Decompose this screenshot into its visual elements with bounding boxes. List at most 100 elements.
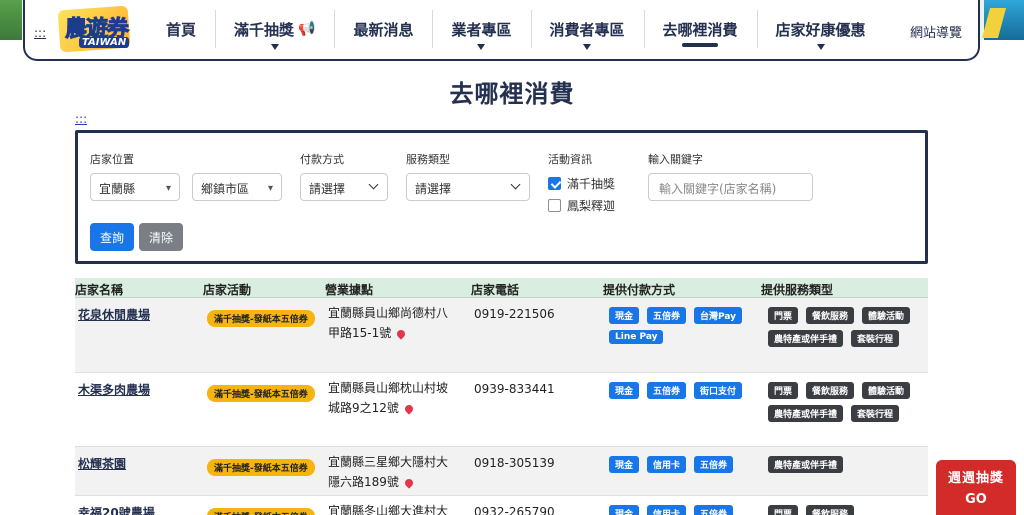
payment-select[interactable]: 請選擇 xyxy=(300,173,388,201)
payment-tag: 五倍券 xyxy=(694,505,734,515)
shop-name-link[interactable]: 木渠多肉農場 xyxy=(78,381,150,398)
shop-name-link[interactable]: 幸福20號農場 xyxy=(78,504,155,515)
table-header: 店家名稱 店家活動 營業據點 店家電話 提供付款方式 提供服務類型 xyxy=(75,278,928,298)
service-tag: 餐飲服務 xyxy=(806,505,855,515)
caret-down-icon xyxy=(583,44,591,50)
event-badge: 滿千抽獎-發紙本五倍券 xyxy=(207,310,315,327)
shop-name-link[interactable]: 花泉休閒農場 xyxy=(78,306,150,323)
service-tag: 農特產或伴手禮 xyxy=(768,456,844,473)
table-row: 花泉休閒農場 滿千抽獎-發紙本五倍券 宜蘭縣員山鄉尚德村八 甲路15-1號 0919-2… xyxy=(75,298,928,373)
map-pin-icon[interactable] xyxy=(403,402,415,415)
service-tag: 套裝行程 xyxy=(851,330,900,347)
skip-to-content-link[interactable]: ::: xyxy=(75,112,87,126)
shop-table: 店家名稱 店家活動 營業據點 店家電話 提供付款方式 提供服務類型 花泉休閒農場… xyxy=(75,278,928,515)
service-tags: 門票 餐飲服務 體驗活動 農特產或伴手禮 套裝行程 xyxy=(768,307,918,347)
address-text: 隱六路189號 xyxy=(328,475,399,489)
sitemap-link[interactable]: 網站導覽 xyxy=(910,22,962,41)
event-badge: 滿千抽獎-發紙本五倍券 xyxy=(207,459,315,476)
payment-tags: 現金 信用卡 五倍券 xyxy=(609,505,759,515)
town-value: 鄉鎮市區 xyxy=(201,182,250,196)
payment-tag: 現金 xyxy=(609,456,640,473)
keyword-input[interactable]: 輸入關鍵字(店家名稱) xyxy=(648,173,813,201)
phone-cell: 0918-305139 xyxy=(474,456,555,470)
service-tag: 門票 xyxy=(768,382,799,399)
address-text: 甲路15-1號 xyxy=(328,326,392,340)
payment-tag: 街口支付 xyxy=(694,382,743,399)
map-pin-icon[interactable] xyxy=(395,327,407,340)
payment-tag: 信用卡 xyxy=(647,456,687,473)
table-row: 松輝茶園 滿千抽獎-發紙本五倍券 宜蘭縣三星鄉大隱村大 隱六路189號 0918-305… xyxy=(75,447,928,496)
address-line-2: 隱六路189號 xyxy=(328,472,468,492)
service-value: 請選擇 xyxy=(415,182,452,196)
header-event: 店家活動 xyxy=(203,283,252,297)
nav-item-3[interactable]: 業者專區 xyxy=(432,0,530,58)
header-shop-name: 店家名稱 xyxy=(75,283,124,297)
activity-label: 活動資訊 xyxy=(548,153,592,166)
activity-option-lottery[interactable]: 滿千抽獎 xyxy=(548,175,615,192)
caret-down-icon xyxy=(816,44,825,50)
activity-option-label: 滿千抽獎 xyxy=(567,177,616,191)
map-pin-icon[interactable] xyxy=(403,476,415,489)
checkbox-unchecked[interactable] xyxy=(548,199,561,212)
nav-item-1[interactable]: 滿千抽獎 📢 xyxy=(215,0,334,58)
payment-tag: Line Pay xyxy=(609,330,664,344)
weekly-lottery-button[interactable]: 週週抽獎 GO xyxy=(936,460,1016,515)
service-tag: 餐飲服務 xyxy=(806,382,855,399)
address-cell: 宜蘭縣員山鄉尚德村八 甲路15-1號 xyxy=(328,303,468,343)
service-tags: 門票 餐飲服務 xyxy=(768,505,918,515)
megaphone-icon: 📢 xyxy=(298,21,316,37)
address-line: 宜蘭縣冬山鄉大進村大 xyxy=(328,504,449,515)
event-cell: 滿千抽獎-發紙本五倍券 xyxy=(207,505,315,515)
payment-tag: 信用卡 xyxy=(647,505,687,515)
town-select[interactable]: 鄉鎮市區 ▾ xyxy=(192,173,282,201)
service-select[interactable]: 請選擇 xyxy=(406,173,530,201)
site-logo[interactable]: 農遊券 TAIWAN xyxy=(57,5,131,53)
nav-item-0[interactable]: 首頁 xyxy=(147,0,215,58)
service-tag: 餐飲服務 xyxy=(806,307,855,324)
service-tag: 體驗活動 xyxy=(862,382,911,399)
nav-item-6[interactable]: 店家好康優惠 xyxy=(756,0,885,58)
service-tags: 農特產或伴手禮 xyxy=(768,456,918,473)
address-cell: 宜蘭縣三星鄉大隱村大 隱六路189號 xyxy=(328,452,468,492)
filter-panel: 店家位置 宜蘭縣 ▾ 鄉鎮市區 ▾ 付款方式 請選擇 服務類型 請選擇 活動資訊… xyxy=(75,130,928,264)
shop-name-link[interactable]: 松輝茶園 xyxy=(78,455,126,472)
keyword-label: 輸入關鍵字 xyxy=(648,153,703,166)
payment-tag: 五倍券 xyxy=(647,382,687,399)
service-label: 服務類型 xyxy=(406,153,450,166)
service-tag: 農特產或伴手禮 xyxy=(768,405,844,422)
county-select[interactable]: 宜蘭縣 ▾ xyxy=(90,173,180,201)
phone-cell: 0932-265790 xyxy=(474,505,555,515)
payment-tag: 現金 xyxy=(609,382,640,399)
address-line-2: 城路9之12號 xyxy=(328,398,468,418)
activity-option-label: 鳳梨釋迦 xyxy=(567,199,616,213)
nav-item-4[interactable]: 消費者專區 xyxy=(530,0,644,58)
address-text: 城路9之12號 xyxy=(328,401,399,415)
nav-item-2[interactable]: 最新消息 xyxy=(334,0,432,58)
service-tag: 農特產或伴手禮 xyxy=(768,330,844,347)
search-button[interactable]: 查詢 xyxy=(90,223,134,251)
payment-tags: 現金 信用卡 五倍券 xyxy=(609,456,759,473)
service-tag: 門票 xyxy=(768,505,799,515)
phone-cell: 0919-221506 xyxy=(474,307,555,321)
payment-label: 付款方式 xyxy=(300,153,344,166)
phone-cell: 0939-833441 xyxy=(474,382,555,396)
logo-subtext: TAIWAN xyxy=(79,37,130,48)
skip-to-nav-link[interactable]: ::: xyxy=(34,26,46,40)
checkbox-checked[interactable] xyxy=(548,177,561,190)
nav-item-label: 最新消息 xyxy=(353,20,414,39)
decoration-left xyxy=(0,0,22,40)
location-label: 店家位置 xyxy=(90,153,134,166)
nav-item-label: 店家好康優惠 xyxy=(775,20,866,39)
header-phone: 店家電話 xyxy=(471,283,520,297)
header-payments: 提供付款方式 xyxy=(603,283,676,297)
dropdown-arrow-icon: ▾ xyxy=(267,183,273,194)
table-body: 花泉休閒農場 滿千抽獎-發紙本五倍券 宜蘭縣員山鄉尚德村八 甲路15-1號 0919-2… xyxy=(75,298,928,515)
main-navbar: ::: 農遊券 TAIWAN 首頁 滿千抽獎 📢 最新消息 業者專區 消費者專區 去哪裡消費… xyxy=(23,0,980,61)
payment-tag: 五倍券 xyxy=(647,307,687,324)
activity-option-sugar-apple[interactable]: 鳳梨釋迦 xyxy=(548,197,615,214)
header-address: 營業據點 xyxy=(325,283,374,297)
nav-item-5[interactable]: 去哪裡消費 xyxy=(643,0,757,58)
payment-tag: 五倍券 xyxy=(694,456,734,473)
clear-button[interactable]: 清除 xyxy=(139,223,183,251)
event-cell: 滿千抽獎-發紙本五倍券 xyxy=(207,307,315,327)
